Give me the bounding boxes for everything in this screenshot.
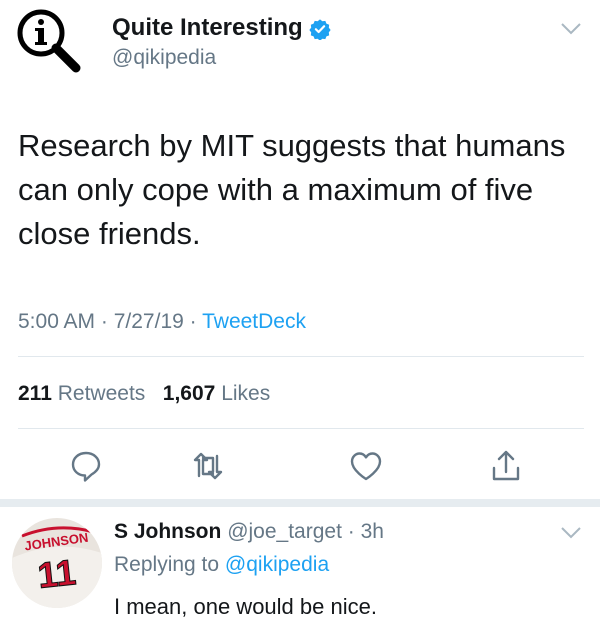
likes-label: Likes: [221, 382, 271, 405]
verified-badge-icon: [309, 19, 331, 40]
reply-avatar[interactable]: JOHNSON 11: [12, 518, 102, 608]
retweet-icon[interactable]: [190, 448, 226, 484]
retweets-label: Retweets: [57, 382, 146, 405]
chevron-down-icon[interactable]: [560, 22, 582, 36]
replying-to-prefix: Replying to: [114, 553, 220, 576]
jersey-avatar-image: JOHNSON 11: [12, 518, 102, 608]
share-icon[interactable]: [488, 448, 524, 484]
likes-stat[interactable]: 1,607 Likes: [163, 382, 270, 405]
avatar[interactable]: [14, 6, 82, 74]
reply-time: 3h: [360, 520, 384, 543]
reply-icon[interactable]: [68, 448, 104, 484]
tweet-stats: 211 Retweets 1,607 Likes: [18, 382, 270, 406]
reply-display-name[interactable]: S Johnson: [114, 520, 221, 543]
jersey-number-text: 11: [36, 551, 78, 596]
qi-logo-icon: [17, 9, 81, 73]
reply-handle[interactable]: @joe_target: [227, 520, 342, 543]
tweet-time: 5:00 AM: [18, 310, 96, 333]
handle[interactable]: @qikipedia: [112, 46, 216, 70]
reply-header: S Johnson @joe_target · 3h: [114, 520, 384, 544]
replying-to-link[interactable]: @qikipedia: [225, 553, 329, 576]
meta-separator: ·: [100, 310, 114, 333]
meta-separator: ·: [189, 310, 203, 333]
reply-chevron-down-icon[interactable]: [560, 526, 582, 540]
divider: [18, 428, 584, 429]
tweet-actions: [0, 448, 600, 488]
replying-to-line: Replying to @qikipedia: [114, 553, 329, 577]
reply-separator: ·: [341, 520, 361, 543]
retweets-count: 211: [18, 382, 52, 405]
tweet-source-link[interactable]: TweetDeck: [202, 310, 306, 333]
like-heart-icon[interactable]: [348, 448, 384, 484]
reply-text: I mean, one would be nice.: [114, 594, 377, 619]
likes-count: 1,607: [162, 382, 216, 405]
tweet-meta: 5:00 AM · 7/27/19 · TweetDeck: [18, 310, 306, 334]
divider: [18, 356, 584, 357]
display-name-text[interactable]: Quite Interesting: [112, 14, 303, 41]
tweet-date: 7/27/19: [113, 310, 184, 333]
tweet-text: Research by MIT suggests that humans can…: [18, 128, 566, 251]
display-name[interactable]: Quite Interesting: [112, 14, 331, 42]
section-divider: [0, 499, 600, 507]
retweets-stat[interactable]: 211 Retweets: [18, 382, 145, 405]
